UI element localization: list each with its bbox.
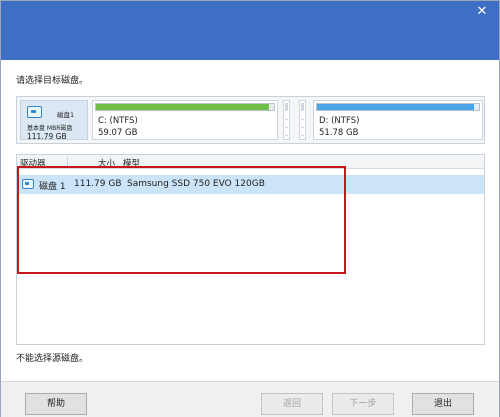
source-disk-warning: 不能选择源磁盘。: [16, 354, 89, 364]
hard-disk-icon: [27, 106, 42, 118]
partition-d[interactable]: D: (NTFS) 51.78 GB: [313, 100, 483, 140]
partition-usage-fill: [96, 104, 269, 110]
partition-usage-fill: [317, 104, 475, 110]
close-icon[interactable]: ✕: [473, 4, 491, 20]
partition-size: 51.78 GB: [319, 128, 359, 138]
dash-1: -: [301, 116, 304, 123]
dash-2: -: [285, 124, 288, 131]
small-partition-bar: [285, 103, 288, 111]
footer-bar: 帮助 返回 下一步 退出: [1, 381, 499, 417]
annotation-highlight-box: [17, 166, 346, 274]
dash-3: -: [285, 132, 288, 139]
small-partition-bar: [301, 103, 304, 111]
exit-button[interactable]: 退出: [412, 393, 474, 415]
disk-summary[interactable]: 磁盘1 基本盘 MBR磁盘 111.79 GB: [20, 100, 88, 141]
partition-label: C: (NTFS): [98, 116, 138, 126]
back-button[interactable]: 返回: [261, 393, 323, 415]
disk-size: 111.79 GB: [27, 132, 67, 141]
partition-size: 59.07 GB: [98, 128, 138, 138]
help-button[interactable]: 帮助: [25, 393, 87, 415]
disk-type: 基本盘 MBR磁盘: [27, 125, 73, 132]
partition-usage-bar: [95, 103, 275, 111]
dash-3: -: [301, 132, 304, 139]
clone-disk-window: ✕ 请选择目标磁盘。 磁盘1 基本盘 MBR磁盘 111.79 GB C: (N…: [0, 0, 500, 417]
small-partition-label: - - -: [284, 116, 289, 140]
page-instruction: 请选择目标磁盘。: [16, 76, 89, 86]
dash-2: -: [301, 124, 304, 131]
small-partition-label: - - -: [300, 116, 305, 140]
partition-label: D: (NTFS): [319, 116, 360, 126]
disk-map: 磁盘1 基本盘 MBR磁盘 111.79 GB C: (NTFS) 59.07 …: [16, 96, 485, 144]
partition-usage-bar: [316, 103, 480, 111]
small-partition[interactable]: - - -: [299, 100, 306, 140]
partition-c[interactable]: C: (NTFS) 59.07 GB: [92, 100, 278, 140]
next-button[interactable]: 下一步: [332, 393, 394, 415]
dash-1: -: [285, 116, 288, 123]
disk-name: 磁盘1: [57, 111, 75, 119]
titlebar: ✕: [1, 1, 499, 60]
small-partition[interactable]: - - -: [283, 100, 290, 140]
